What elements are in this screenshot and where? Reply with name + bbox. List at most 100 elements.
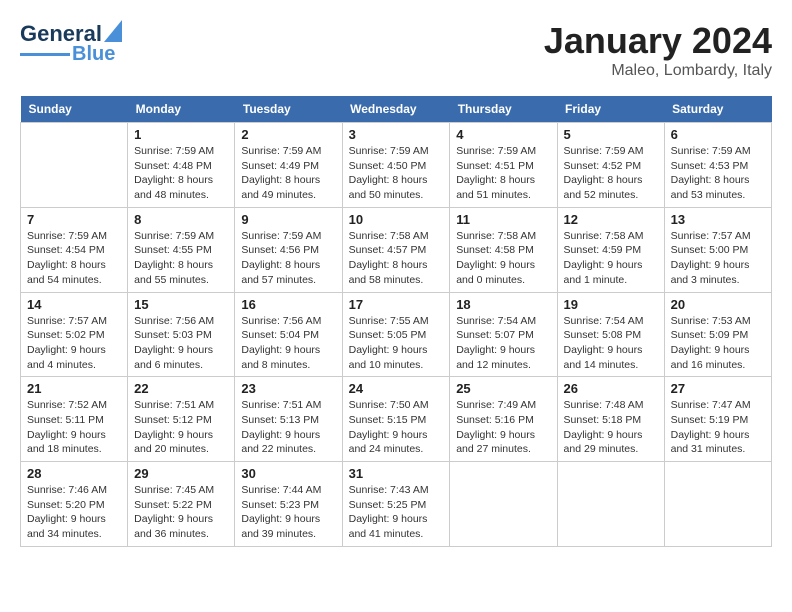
week-row-3: 14 Sunrise: 7:57 AM Sunset: 5:02 PM Dayli…: [21, 292, 772, 377]
day-number: 8: [134, 212, 228, 227]
week-row-1: 1Sunrise: 7:59 AM Sunset: 4:48 PM Daylig…: [21, 123, 772, 208]
day-number: 4: [456, 127, 550, 142]
day-info: Sunrise: 7:43 AM Sunset: 5:25 PM Dayligh…: [349, 483, 444, 542]
day-info: Sunrise: 7:59 AM Sunset: 4:51 PM Dayligh…: [456, 144, 550, 203]
day-number: 22: [134, 381, 228, 396]
day-info: Sunrise: 7:59 AM Sunset: 4:56 PM Dayligh…: [241, 229, 335, 288]
calendar-table: SundayMondayTuesdayWednesdayThursdayFrid…: [20, 96, 772, 547]
calendar-cell: 20 Sunrise: 7:53 AM Sunset: 5:09 PM Dayli…: [664, 292, 771, 377]
calendar-cell: 25Sunrise: 7:49 AM Sunset: 5:16 PM Dayli…: [450, 377, 557, 462]
weekday-header-sunday: Sunday: [21, 96, 128, 123]
day-info: Sunrise: 7:57 AM Sunset: 5:00 PM Dayligh…: [671, 229, 765, 288]
day-number: 28: [27, 466, 121, 481]
day-info: Sunrise: 7:58 AM Sunset: 4:58 PM Dayligh…: [456, 229, 550, 288]
calendar-cell: 19 Sunrise: 7:54 AM Sunset: 5:08 PM Dayli…: [557, 292, 664, 377]
day-info: Sunrise: 7:54 AM Sunset: 5:07 PM Dayligh…: [456, 314, 550, 373]
title-block: January 2024 Maleo, Lombardy, Italy: [544, 20, 772, 80]
calendar-cell: 6 Sunrise: 7:59 AM Sunset: 4:53 PM Daylig…: [664, 123, 771, 208]
weekday-header-thursday: Thursday: [450, 96, 557, 123]
day-info: Sunrise: 7:52 AM Sunset: 5:11 PM Dayligh…: [27, 398, 121, 457]
day-number: 29: [134, 466, 228, 481]
day-number: 23: [241, 381, 335, 396]
calendar-cell: 11 Sunrise: 7:58 AM Sunset: 4:58 PM Dayli…: [450, 207, 557, 292]
calendar-cell: [557, 462, 664, 547]
day-number: 27: [671, 381, 765, 396]
calendar-cell: 14 Sunrise: 7:57 AM Sunset: 5:02 PM Dayli…: [21, 292, 128, 377]
calendar-cell: 7 Sunrise: 7:59 AM Sunset: 4:54 PM Daylig…: [21, 207, 128, 292]
day-number: 26: [564, 381, 658, 396]
day-info: Sunrise: 7:48 AM Sunset: 5:18 PM Dayligh…: [564, 398, 658, 457]
calendar-cell: 30Sunrise: 7:44 AM Sunset: 5:23 PM Dayli…: [235, 462, 342, 547]
calendar-cell: 31 Sunrise: 7:43 AM Sunset: 5:25 PM Dayli…: [342, 462, 450, 547]
day-number: 18: [456, 297, 550, 312]
month-title: January 2024: [544, 20, 772, 62]
day-number: 9: [241, 212, 335, 227]
day-number: 15: [134, 297, 228, 312]
day-number: 5: [564, 127, 658, 142]
weekday-header-friday: Friday: [557, 96, 664, 123]
day-info: Sunrise: 7:54 AM Sunset: 5:08 PM Dayligh…: [564, 314, 658, 373]
day-number: 24: [349, 381, 444, 396]
day-info: Sunrise: 7:59 AM Sunset: 4:48 PM Dayligh…: [134, 144, 228, 203]
calendar-cell: 8 Sunrise: 7:59 AM Sunset: 4:55 PM Daylig…: [128, 207, 235, 292]
calendar-cell: 28Sunrise: 7:46 AM Sunset: 5:20 PM Dayli…: [21, 462, 128, 547]
day-number: 31: [349, 466, 444, 481]
day-info: Sunrise: 7:44 AM Sunset: 5:23 PM Dayligh…: [241, 483, 335, 542]
day-info: Sunrise: 7:51 AM Sunset: 5:12 PM Dayligh…: [134, 398, 228, 457]
day-number: 17: [349, 297, 444, 312]
calendar-cell: 9 Sunrise: 7:59 AM Sunset: 4:56 PM Daylig…: [235, 207, 342, 292]
day-info: Sunrise: 7:55 AM Sunset: 5:05 PM Dayligh…: [349, 314, 444, 373]
week-row-5: 28Sunrise: 7:46 AM Sunset: 5:20 PM Dayli…: [21, 462, 772, 547]
calendar-cell: [450, 462, 557, 547]
day-info: Sunrise: 7:59 AM Sunset: 4:54 PM Dayligh…: [27, 229, 121, 288]
page-header: General Blue January 2024 Maleo, Lombard…: [20, 20, 772, 80]
calendar-cell: 1Sunrise: 7:59 AM Sunset: 4:48 PM Daylig…: [128, 123, 235, 208]
calendar-cell: 4 Sunrise: 7:59 AM Sunset: 4:51 PM Daylig…: [450, 123, 557, 208]
day-info: Sunrise: 7:57 AM Sunset: 5:02 PM Dayligh…: [27, 314, 121, 373]
day-number: 19: [564, 297, 658, 312]
day-number: 21: [27, 381, 121, 396]
calendar-cell: 10Sunrise: 7:58 AM Sunset: 4:57 PM Dayli…: [342, 207, 450, 292]
location-title: Maleo, Lombardy, Italy: [544, 62, 772, 80]
calendar-cell: 21 Sunrise: 7:52 AM Sunset: 5:11 PM Dayli…: [21, 377, 128, 462]
weekday-header-row: SundayMondayTuesdayWednesdayThursdayFrid…: [21, 96, 772, 123]
day-info: Sunrise: 7:49 AM Sunset: 5:16 PM Dayligh…: [456, 398, 550, 457]
calendar-cell: 2 Sunrise: 7:59 AM Sunset: 4:49 PM Daylig…: [235, 123, 342, 208]
weekday-header-saturday: Saturday: [664, 96, 771, 123]
calendar-cell: 18 Sunrise: 7:54 AM Sunset: 5:07 PM Dayli…: [450, 292, 557, 377]
day-info: Sunrise: 7:59 AM Sunset: 4:53 PM Dayligh…: [671, 144, 765, 203]
day-info: Sunrise: 7:50 AM Sunset: 5:15 PM Dayligh…: [349, 398, 444, 457]
day-number: 3: [349, 127, 444, 142]
logo: General Blue: [20, 20, 122, 66]
day-number: 20: [671, 297, 765, 312]
day-number: 11: [456, 212, 550, 227]
day-info: Sunrise: 7:51 AM Sunset: 5:13 PM Dayligh…: [241, 398, 335, 457]
day-info: Sunrise: 7:59 AM Sunset: 4:52 PM Dayligh…: [564, 144, 658, 203]
day-info: Sunrise: 7:58 AM Sunset: 4:57 PM Dayligh…: [349, 229, 444, 288]
calendar-cell: 5 Sunrise: 7:59 AM Sunset: 4:52 PM Daylig…: [557, 123, 664, 208]
calendar-cell: 23 Sunrise: 7:51 AM Sunset: 5:13 PM Dayli…: [235, 377, 342, 462]
day-info: Sunrise: 7:47 AM Sunset: 5:19 PM Dayligh…: [671, 398, 765, 457]
week-row-2: 7 Sunrise: 7:59 AM Sunset: 4:54 PM Daylig…: [21, 207, 772, 292]
day-number: 2: [241, 127, 335, 142]
calendar-cell: 13 Sunrise: 7:57 AM Sunset: 5:00 PM Dayli…: [664, 207, 771, 292]
calendar-cell: 16Sunrise: 7:56 AM Sunset: 5:04 PM Dayli…: [235, 292, 342, 377]
day-number: 14: [27, 297, 121, 312]
day-info: Sunrise: 7:59 AM Sunset: 4:55 PM Dayligh…: [134, 229, 228, 288]
calendar-cell: 26 Sunrise: 7:48 AM Sunset: 5:18 PM Dayli…: [557, 377, 664, 462]
day-info: Sunrise: 7:59 AM Sunset: 4:50 PM Dayligh…: [349, 144, 444, 203]
day-number: 6: [671, 127, 765, 142]
calendar-cell: [664, 462, 771, 547]
day-number: 13: [671, 212, 765, 227]
calendar-cell: 24 Sunrise: 7:50 AM Sunset: 5:15 PM Dayli…: [342, 377, 450, 462]
day-info: Sunrise: 7:59 AM Sunset: 4:49 PM Dayligh…: [241, 144, 335, 203]
day-info: Sunrise: 7:53 AM Sunset: 5:09 PM Dayligh…: [671, 314, 765, 373]
calendar-cell: 22 Sunrise: 7:51 AM Sunset: 5:12 PM Dayli…: [128, 377, 235, 462]
day-info: Sunrise: 7:58 AM Sunset: 4:59 PM Dayligh…: [564, 229, 658, 288]
day-info: Sunrise: 7:45 AM Sunset: 5:22 PM Dayligh…: [134, 483, 228, 542]
logo-blue: Blue: [72, 43, 115, 66]
day-info: Sunrise: 7:56 AM Sunset: 5:03 PM Dayligh…: [134, 314, 228, 373]
day-number: 7: [27, 212, 121, 227]
calendar-cell: 17 Sunrise: 7:55 AM Sunset: 5:05 PM Dayli…: [342, 292, 450, 377]
weekday-header-wednesday: Wednesday: [342, 96, 450, 123]
